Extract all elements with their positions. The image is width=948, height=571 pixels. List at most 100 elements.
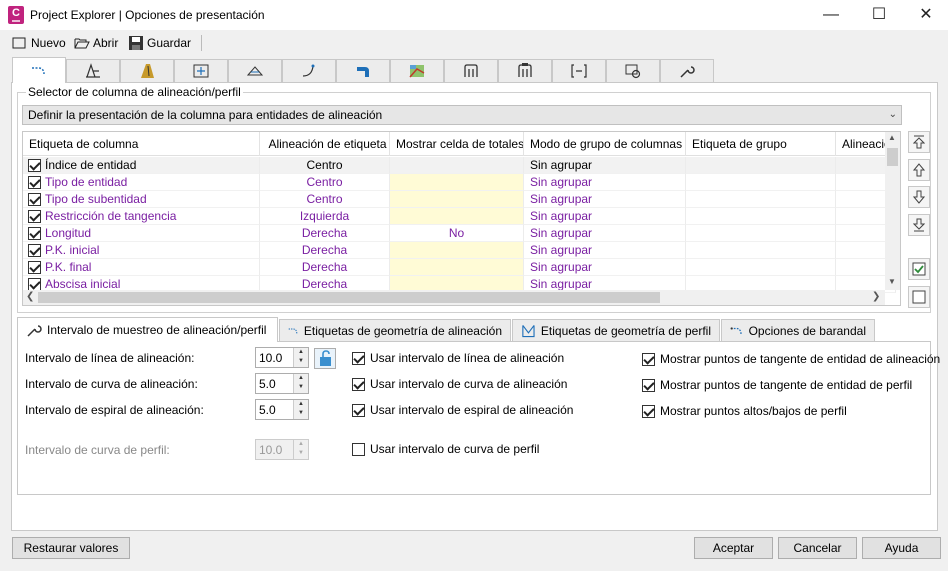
table-row[interactable]: Tipo de subentidad Centro Sin agrupar (23, 191, 896, 208)
row-group-label-cell[interactable] (686, 242, 836, 259)
row-label-cell[interactable]: Tipo de entidad (23, 174, 260, 191)
row-alignment-cell[interactable]: Derecha (260, 225, 390, 242)
minimize-button[interactable]: — (818, 4, 844, 26)
tab-corridor[interactable] (336, 59, 390, 82)
row-label-cell[interactable]: P.K. final (23, 259, 260, 276)
scroll-up-icon[interactable]: ▲ (888, 133, 896, 142)
row-totals-cell[interactable] (390, 242, 524, 259)
subtab-profile-labels[interactable]: Etiquetas de geometría de perfil (512, 319, 720, 341)
use-profile-curve-checkbox[interactable]: Usar intervalo de curva de perfil (352, 442, 539, 456)
move-bottom-button[interactable] (908, 214, 930, 236)
checkbox-box[interactable] (352, 403, 365, 417)
tab-station-marker[interactable] (174, 59, 228, 82)
row-checkbox[interactable] (28, 244, 41, 257)
row-label-cell[interactable]: Longitud (23, 225, 260, 242)
open-button[interactable]: Abrir (74, 34, 118, 52)
row-group-label-cell[interactable] (686, 191, 836, 208)
show-alignment-tangent-points-checkbox[interactable]: Mostrar puntos de tangente de entidad de… (642, 352, 940, 366)
ok-button[interactable]: Aceptar (694, 537, 773, 559)
row-checkbox[interactable] (28, 176, 41, 189)
row-totals-cell[interactable] (390, 157, 524, 174)
row-totals-cell[interactable]: No (390, 225, 524, 242)
table-row[interactable]: P.K. final Derecha Sin agrupar (23, 259, 896, 276)
cancel-button[interactable]: Cancelar (778, 537, 857, 559)
row-group-mode-cell[interactable]: Sin agrupar (524, 242, 686, 259)
table-row[interactable]: P.K. inicial Derecha Sin agrupar (23, 242, 896, 259)
show-profile-high-low-checkbox[interactable]: Mostrar puntos altos/bajos de perfil (642, 404, 847, 418)
row-alignment-cell[interactable]: Derecha (260, 259, 390, 276)
spinner-arrows-icon[interactable]: ▲ ▼ (293, 400, 308, 419)
scroll-down-icon[interactable]: ▼ (888, 277, 896, 286)
scroll-left-icon[interactable]: ❮ (26, 291, 34, 302)
spinner-arrows-icon[interactable]: ▲ ▼ (293, 348, 308, 367)
presentation-dropdown[interactable]: Definir la presentación de la columna pa… (22, 105, 902, 125)
row-group-mode-cell[interactable]: Sin agrupar (524, 225, 686, 242)
row-totals-cell[interactable] (390, 208, 524, 225)
row-totals-cell[interactable] (390, 191, 524, 208)
row-alignment-cell[interactable]: Centro (260, 174, 390, 191)
spinner-arrows-icon[interactable]: ▲ ▼ (293, 440, 308, 459)
move-down-button[interactable] (908, 186, 930, 208)
col-header-group-mode[interactable]: Modo de grupo de columnas (524, 132, 686, 156)
row-group-mode-cell[interactable]: Sin agrupar (524, 259, 686, 276)
row-group-label-cell[interactable] (686, 157, 836, 174)
check-all-button[interactable] (908, 258, 930, 280)
row-group-label-cell[interactable] (686, 225, 836, 242)
row-group-label-cell[interactable] (686, 174, 836, 191)
save-button[interactable]: Guardar (128, 34, 191, 52)
tab-sample-line[interactable] (552, 59, 606, 82)
row-label-cell[interactable]: Índice de entidad (23, 157, 260, 174)
scroll-right-icon[interactable]: ❯ (872, 291, 880, 302)
checkbox-box[interactable] (352, 377, 365, 391)
row-group-label-cell[interactable] (686, 259, 836, 276)
row-checkbox[interactable] (28, 261, 41, 274)
col-header-label[interactable]: Etiqueta de columna (23, 132, 260, 156)
row-alignment-cell[interactable]: Centro (260, 191, 390, 208)
help-button[interactable]: Ayuda (862, 537, 941, 559)
row-checkbox[interactable] (28, 210, 41, 223)
profile-curve-interval-spinner[interactable]: 10.0 ▲ ▼ (255, 439, 309, 460)
alignment-curve-interval-spinner[interactable]: 5.0 ▲ ▼ (255, 373, 309, 394)
spinner-arrows-icon[interactable]: ▲ ▼ (293, 374, 308, 393)
tab-pressure-network[interactable] (498, 59, 552, 82)
tab-alignment-subentities[interactable] (66, 59, 120, 82)
row-group-mode-cell[interactable]: Sin agrupar (524, 174, 686, 191)
alignment-spiral-interval-spinner[interactable]: 5.0 ▲ ▼ (255, 399, 309, 420)
col-header-totals[interactable]: Mostrar celda de totales (390, 132, 524, 156)
maximize-button[interactable]: ☐ (866, 4, 892, 26)
checkbox-box[interactable] (642, 352, 655, 366)
tab-tools[interactable] (660, 59, 714, 82)
checkbox-box[interactable] (642, 378, 655, 392)
table-row[interactable]: Índice de entidad Centro Sin agrupar (23, 157, 896, 174)
row-group-mode-cell[interactable]: Sin agrupar (524, 208, 686, 225)
uncheck-all-button[interactable] (908, 286, 930, 308)
alignment-line-interval-spinner[interactable]: 10.0 ▲ ▼ (255, 347, 309, 368)
use-alignment-curve-checkbox[interactable]: Usar intervalo de curva de alineación (352, 377, 567, 391)
row-alignment-cell[interactable]: Izquierda (260, 208, 390, 225)
checkbox-box[interactable] (642, 404, 655, 418)
tab-road[interactable] (120, 59, 174, 82)
tab-pipe-network[interactable] (444, 59, 498, 82)
row-alignment-cell[interactable]: Derecha (260, 242, 390, 259)
use-alignment-line-checkbox[interactable]: Usar intervalo de línea de alineación (352, 351, 564, 365)
table-row[interactable]: Longitud Derecha No Sin agrupar (23, 225, 896, 242)
subtab-sampling-interval[interactable]: Intervalo de muestreo de alineación/perf… (17, 317, 278, 342)
use-alignment-spiral-checkbox[interactable]: Usar intervalo de espiral de alineación (352, 403, 573, 417)
row-group-mode-cell[interactable]: Sin agrupar (524, 157, 686, 174)
grid-vertical-thumb[interactable] (887, 148, 898, 166)
row-checkbox[interactable] (28, 227, 41, 240)
tab-surface[interactable] (390, 59, 444, 82)
move-up-button[interactable] (908, 159, 930, 181)
row-totals-cell[interactable] (390, 259, 524, 276)
move-top-button[interactable] (908, 131, 930, 153)
table-row[interactable]: Tipo de entidad Centro Sin agrupar (23, 174, 896, 191)
table-row[interactable]: Restricción de tangencia Izquierda Sin agr… (23, 208, 896, 225)
row-label-cell[interactable]: P.K. inicial (23, 242, 260, 259)
row-checkbox[interactable] (28, 159, 41, 172)
tab-profile-view[interactable] (228, 59, 282, 82)
tab-alignment-entities[interactable] (12, 57, 66, 83)
checkbox-box[interactable] (352, 351, 365, 365)
reset-button[interactable]: Restaurar valores (12, 537, 130, 559)
subtab-alignment-labels[interactable]: Etiquetas de geometría de alineación (279, 319, 511, 341)
close-button[interactable]: ✕ (913, 4, 939, 26)
